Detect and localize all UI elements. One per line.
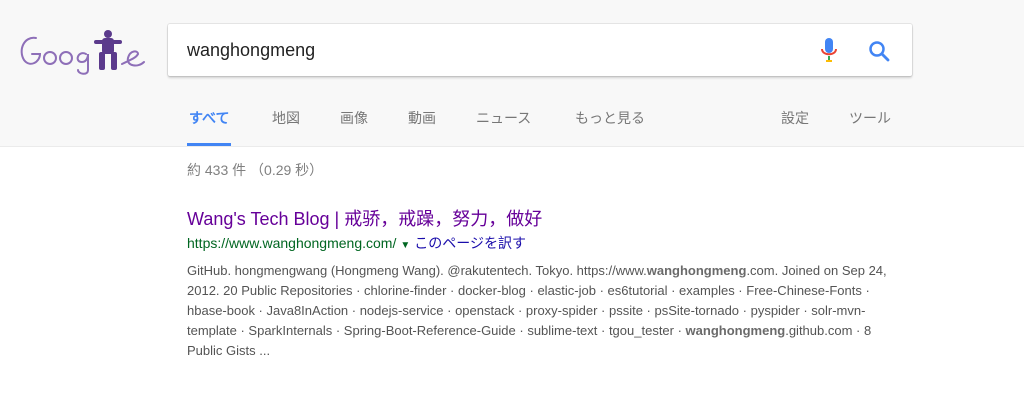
result-url: https://www.wanghongmeng.com/	[187, 235, 397, 251]
tab-label: ニュース	[476, 110, 532, 126]
tab-images[interactable]: 画像	[340, 96, 368, 146]
result-stats: 約 433 件 （0.29 秒）	[187, 162, 324, 178]
snippet-highlight: wanghongmeng	[685, 323, 786, 338]
result-title-link[interactable]: Wang's Tech Blog | 戒骄，戒躁，努力，做好	[187, 205, 907, 233]
tab-all[interactable]: すべて	[187, 96, 232, 146]
microphone-icon[interactable]	[819, 36, 839, 66]
caret-down-icon[interactable]: ▼	[400, 240, 410, 251]
result-url-line: https://www.wanghongmeng.com/▼ このページを訳す	[187, 233, 907, 256]
tab-label: もっと見る	[575, 110, 645, 126]
search-input[interactable]: wanghongmeng	[187, 24, 315, 76]
search-tabs: すべて 地図 画像 動画 ニュース もっと見る 設定 ツール	[0, 96, 1024, 146]
snippet-text: GitHub. hongmengwang (Hongmeng Wang). @r…	[187, 263, 647, 278]
tab-label: 画像	[340, 110, 368, 126]
tab-label: 地図	[272, 110, 300, 126]
tab-label: 設定	[781, 110, 809, 126]
tab-videos[interactable]: 動画	[408, 96, 436, 146]
tab-label: 動画	[408, 110, 436, 126]
tab-tools[interactable]: ツール	[849, 96, 891, 146]
translate-page-link[interactable]: このページを訳す	[414, 235, 526, 251]
tab-label: ツール	[849, 110, 891, 126]
active-tab-indicator	[187, 143, 232, 146]
search-result: Wang's Tech Blog | 戒骄，戒躁，努力，做好 https://w…	[187, 205, 907, 361]
search-box[interactable]: wanghongmeng	[168, 24, 912, 76]
tab-maps[interactable]: 地図	[272, 96, 300, 146]
google-doodle-logo[interactable]	[14, 24, 146, 76]
tab-news[interactable]: ニュース	[476, 96, 531, 146]
tab-more[interactable]: もっと見る	[575, 96, 645, 146]
tab-settings[interactable]: 設定	[781, 96, 809, 146]
snippet-highlight: wanghongmeng	[646, 263, 747, 278]
tab-label: すべて	[189, 110, 230, 126]
search-icon[interactable]	[868, 40, 890, 62]
result-snippet: GitHub. hongmengwang (Hongmeng Wang). @r…	[187, 261, 897, 361]
